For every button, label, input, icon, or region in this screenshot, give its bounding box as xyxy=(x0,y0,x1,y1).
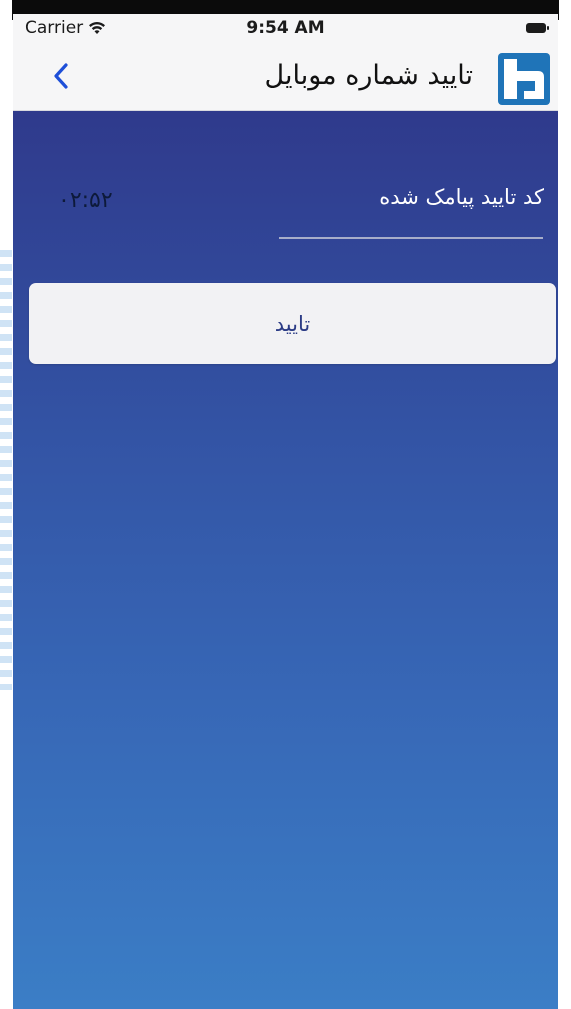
countdown-timer: ۰۲:۵۲ xyxy=(58,188,113,213)
status-time: 9:54 AM xyxy=(246,18,325,38)
battery-icon xyxy=(526,23,549,33)
screen: Carrier 9:54 AM تایید شماره موبایل ۰۲:۵۲… xyxy=(0,0,571,1009)
verification-code-input[interactable] xyxy=(279,215,543,239)
bank-logo-icon xyxy=(498,53,550,105)
chevron-left-icon[interactable] xyxy=(51,62,71,90)
verification-panel: ۰۲:۵۲ کد تایید پیامک شده تایید xyxy=(13,111,558,1009)
confirm-button[interactable]: تایید xyxy=(29,283,556,364)
page-title: تایید شماره موبایل xyxy=(264,60,474,91)
navigation-bar: تایید شماره موبایل xyxy=(13,42,558,111)
phone-screen: Carrier 9:54 AM تایید شماره موبایل ۰۲:۵۲… xyxy=(13,14,558,1009)
verification-code-label: کد تایید پیامک شده xyxy=(379,185,544,209)
left-edge-artifact xyxy=(0,250,12,690)
status-bar: Carrier 9:54 AM xyxy=(13,14,558,42)
